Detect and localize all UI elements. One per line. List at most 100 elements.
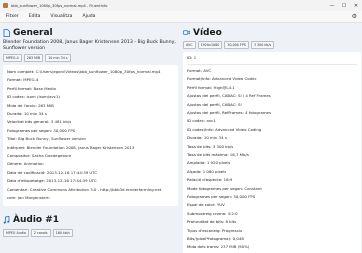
info-row: Intèrpret: Blender Foundation 2008, Janu… [7, 144, 174, 152]
info-row: Mida de l'arxiu: 263 MiB [7, 102, 174, 110]
document-icon [3, 28, 10, 37]
info-key: Comentari: [7, 186, 29, 192]
info-key: Taxa de bits màxima: [187, 151, 229, 157]
info-key: Velocitat bits general: [7, 119, 50, 125]
info-value[interactable]: Constant [244, 186, 262, 191]
info-value[interactable]: High@L4.1 [214, 85, 235, 90]
info-value[interactable]: 16:9 [224, 177, 233, 182]
general-header: General [3, 26, 178, 39]
row-separator [187, 64, 357, 65]
info-row: Ajustos del perfil, CABAC: Sí [187, 101, 357, 109]
info-value[interactable]: Sí [238, 102, 242, 107]
info-value[interactable]: Jan Morgenstern [18, 195, 50, 200]
info-value[interactable]: Animation [24, 161, 44, 166]
info-value[interactable]: Progressiu [222, 228, 242, 233]
menu-help[interactable]: Ajuda [77, 14, 100, 19]
audio-chips: MPEG Audio 2 canals 160 kb/s [3, 228, 178, 237]
info-value[interactable]: Creative Commons Attribution 3.0 - http:… [30, 187, 161, 192]
info-row: Nom complet: C:\Users\egoni\Videos\bbb_s… [7, 68, 174, 76]
info-key: Data de codificació: [7, 169, 46, 175]
info-key: Fotogrames per segon: [187, 194, 233, 199]
chip-audio-channels: 2 canals [30, 228, 51, 237]
info-value[interactable]: Blender Foundation 2008, Janus Bager Kri… [27, 145, 135, 150]
info-key: Fotogrames per segon: [7, 127, 53, 133]
info-value[interactable]: 30,000 FPS [53, 128, 75, 133]
chip-size: 263 MiB [23, 54, 44, 62]
info-key: Taxa de bits: [187, 143, 212, 149]
general-subtitle: Blender Foundation 2008, Janus Bager Kri… [3, 40, 176, 51]
info-value[interactable]: 30,000 FPS [233, 194, 255, 199]
info-row: Compositor: Sacha Goedegebure [7, 152, 174, 160]
info-value[interactable]: 8 bits [225, 219, 236, 224]
chip-format: MPEG-4 [3, 54, 22, 62]
info-value[interactable]: Big Buck Bunny, Sunflower version [18, 136, 86, 141]
info-row: Format: AVC [187, 67, 357, 75]
info-value[interactable]: 2013-12-16 17:44:39 UTC [47, 170, 97, 175]
info-key: Tipus d'escaneig: [187, 227, 221, 233]
info-value[interactable]: 237 MiB (90%) [221, 244, 250, 249]
info-row: Títol: Big Buck Bunny, Sunflower version [7, 135, 174, 143]
info-row: Perfil format: High@L4.1 [187, 84, 357, 92]
info-value[interactable]: 0,048 [233, 236, 244, 241]
info-value[interactable]: isom (isom/avc1) [26, 94, 59, 99]
info-value[interactable]: 2013-12-16 17:44:39 UTC [46, 178, 96, 183]
info-value[interactable]: Sí / 4 Ref Frames [238, 93, 271, 98]
minimize-button[interactable]: — [326, 0, 338, 11]
info-value[interactable]: Base Media [34, 86, 56, 91]
info-key: ID codec: [187, 118, 206, 124]
info-value[interactable]: Advanced Video Coding [215, 127, 261, 132]
info-value[interactable]: 1 080 píxels [203, 169, 227, 174]
info-value[interactable]: AVC [203, 68, 211, 73]
info-value[interactable]: 263 MiB [38, 103, 54, 108]
info-value[interactable]: 10 min 34 s [204, 135, 227, 140]
info-row: Perfil format: Base Media [7, 85, 174, 93]
chip-duration: 10 min 34 s [45, 54, 71, 62]
menu-view[interactable]: Visualitza [45, 14, 77, 19]
info-value[interactable]: 4 fotogrames [245, 110, 271, 115]
info-value[interactable]: C:\Users\egoni\Videos\bbb_sunflower_1080… [36, 69, 161, 74]
menu-file[interactable]: Fitxer [0, 14, 24, 19]
chip-video-resolution: 1920x1080 [197, 41, 223, 49]
info-value[interactable]: avc1 [206, 118, 215, 123]
info-value[interactable]: 4:2:0 [228, 211, 238, 216]
close-button[interactable]: ✕ [350, 0, 362, 11]
info-key: Format: [187, 67, 203, 73]
menu-edit[interactable]: Edita [24, 14, 46, 19]
window-title: bbb_sunflower_1080p_30fps_normal.mp4 - F… [11, 3, 108, 8]
info-row: Data de codificació: 2013-12-16 17:44:39… [7, 169, 174, 177]
info-value[interactable]: YUV [217, 202, 225, 207]
info-row: Velocitat bits general: 3 481 kb/s [7, 118, 174, 126]
gear-icon[interactable]: ⚙ [352, 13, 357, 20]
info-key: Nom complet: [7, 69, 35, 74]
menu-bar: Fitxer Edita Visualitza Ajuda ⚙ [0, 11, 362, 23]
info-value[interactable]: 3 300 kb/s [213, 144, 233, 149]
info-value[interactable]: Advanced Video Codec [212, 76, 257, 81]
info-key: Mida de l'arxiu: [7, 102, 37, 108]
chip-audio-format: MPEG Audio [3, 228, 29, 237]
info-row: ID: 1 [187, 54, 357, 62]
info-key: Ajustos del perfil, RefFrames: [187, 109, 244, 115]
info-row: Ajustos del perfil, RefFrames: 4 fotogra… [187, 109, 357, 117]
general-card: Nom complet: C:\Users\egoni\Videos\bbb_s… [3, 65, 178, 206]
info-value[interactable]: 3 481 kb/s [51, 119, 71, 124]
info-value[interactable]: 16,7 Mb/s [230, 152, 249, 157]
general-panel: General Blender Foundation 2008, Janus B… [3, 26, 178, 253]
info-row: ID codec: avc1 [187, 117, 357, 125]
info-row: Mode fotogrames per segon: Constant [187, 185, 357, 193]
info-row: Fotogrames per segon: 30,000 FPS [7, 127, 174, 135]
info-value[interactable]: MPEG-4 [23, 77, 38, 82]
title-bar: bbb_sunflower_1080p_30fps_normal.mp4 - F… [0, 0, 362, 11]
info-key: Format/Info: [187, 76, 211, 82]
info-value[interactable]: 1 920 píxels [207, 160, 231, 165]
info-value[interactable]: 10 min 34 s [24, 111, 47, 116]
info-value[interactable]: Sacha Goedegebure [32, 153, 71, 158]
info-row: Relació d'aspecte: 16:9 [187, 176, 357, 184]
audio-header: Àudio #1 [3, 214, 178, 227]
info-key: Gènere: [7, 161, 23, 167]
info-key: Perfil format: [187, 84, 213, 90]
info-value[interactable]: 1 [194, 55, 196, 60]
maximize-button[interactable]: ☐ [338, 0, 350, 11]
info-key: Profunditat de bits: [187, 219, 225, 225]
info-row: ID codec/Info: Advanced Video Coding [187, 126, 357, 134]
info-row: Espai de color: YUV [187, 201, 357, 209]
